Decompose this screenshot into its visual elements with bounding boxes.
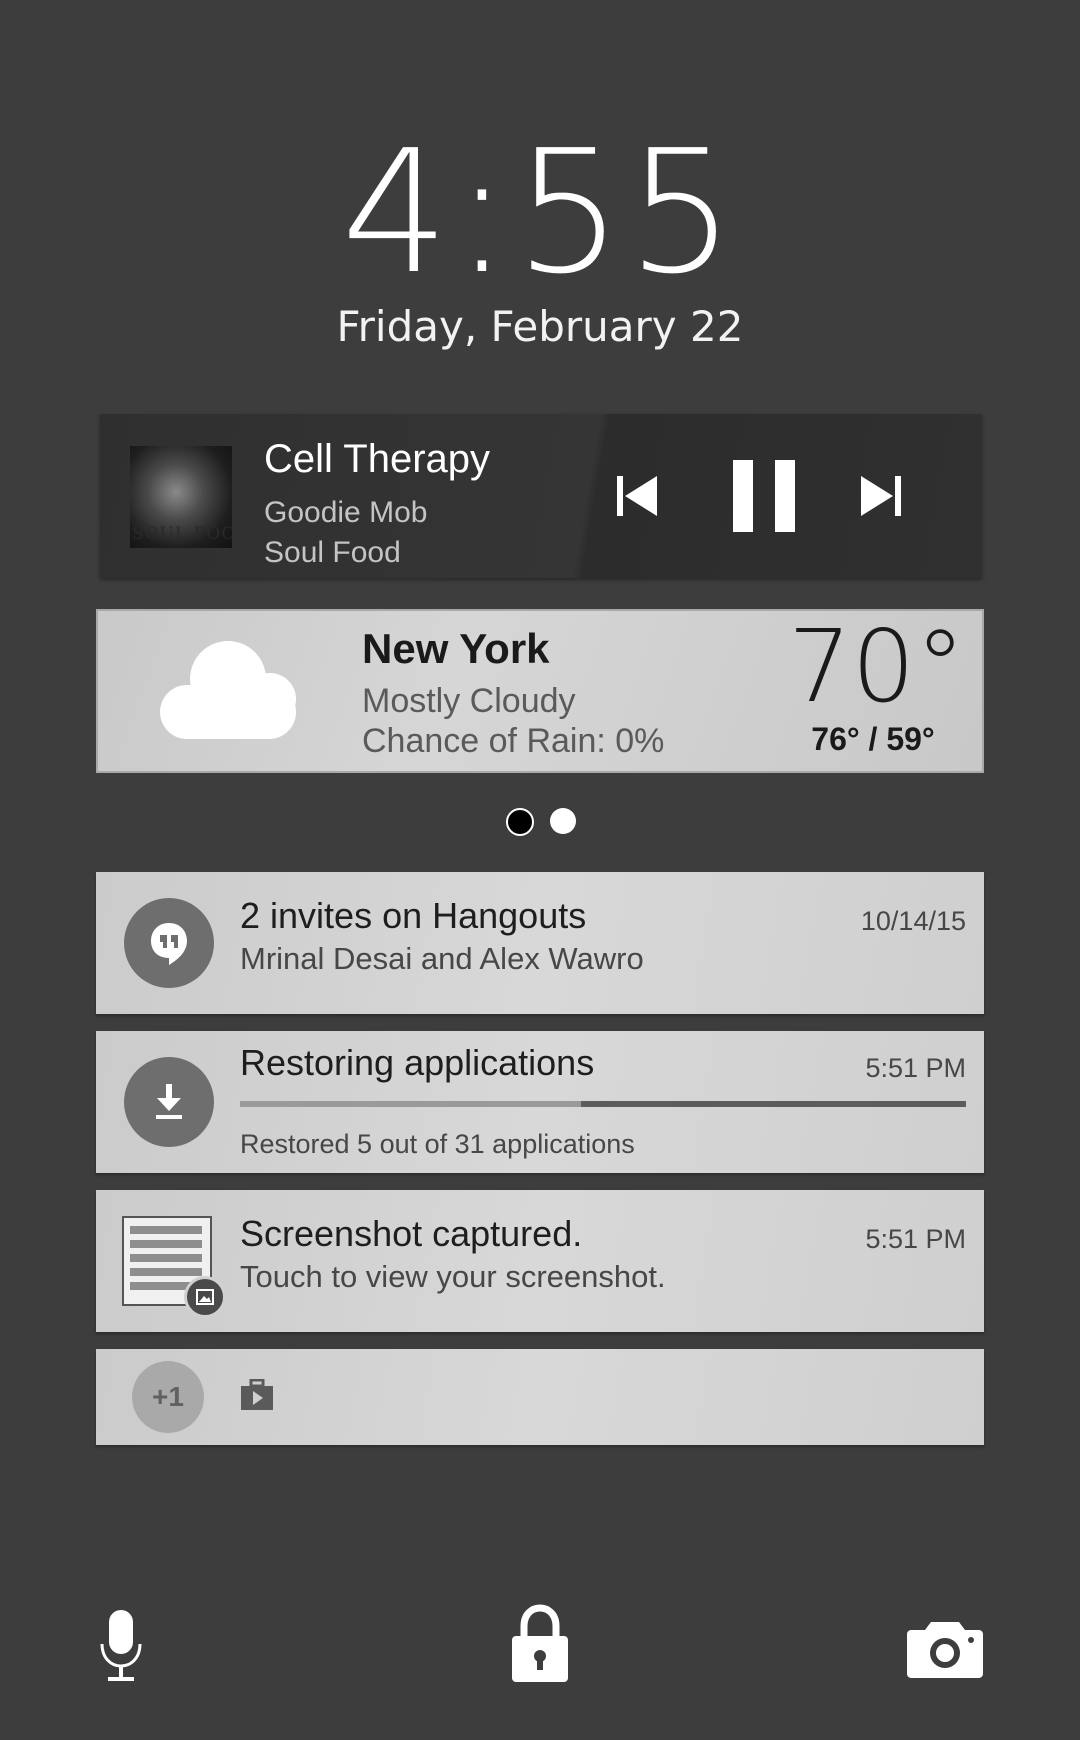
briefcase-icon [241, 1379, 273, 1410]
download-icon-circle [124, 1057, 214, 1147]
voice-assist-button[interactable] [92, 1608, 150, 1684]
pause-icon [733, 460, 795, 532]
microphone-icon [100, 1610, 142, 1681]
pause-button[interactable] [716, 448, 812, 544]
notification-title: Screenshot captured. [240, 1213, 583, 1254]
weather-high-low: 76° / 59° [811, 721, 935, 757]
camera-icon [907, 1622, 983, 1678]
weather-temperature: 70° [788, 608, 966, 725]
notification-time: 5:51 PM [865, 1053, 966, 1083]
album-name: Soul Food [264, 536, 401, 569]
overflow-count-badge: +1 [132, 1361, 204, 1433]
skip-previous-button[interactable] [600, 448, 674, 544]
weather-widget[interactable]: New York Mostly Cloudy Chance of Rain: 0… [96, 609, 984, 773]
restore-progress-bar [240, 1101, 966, 1107]
cloud-icon [160, 641, 296, 739]
album-art: SOUL FOOD [130, 446, 232, 548]
skip-next-button[interactable] [844, 448, 918, 544]
notification-subtitle: Touch to view your screenshot. [240, 1259, 666, 1294]
weather-condition: Mostly Cloudy [362, 682, 576, 720]
lock-icon [512, 1604, 568, 1682]
clock-time: 4:55 [341, 114, 739, 312]
clock-date: Friday, February 22 [336, 302, 744, 351]
notification-restoring[interactable]: Restoring applications 5:51 PM Restored … [96, 1031, 984, 1173]
weather-city: New York [362, 625, 550, 672]
artist-name: Goodie Mob [264, 496, 428, 529]
song-title: Cell Therapy [264, 437, 491, 481]
hangouts-icon-circle [124, 898, 214, 988]
page-dot[interactable] [550, 808, 576, 834]
skip-next-icon [861, 476, 901, 516]
notification-time: 10/14/15 [860, 906, 966, 936]
album-art-text: SOUL FOOD [132, 524, 232, 544]
notification-overflow[interactable]: +1 [96, 1349, 984, 1445]
notification-title: 2 invites on Hangouts [240, 895, 587, 936]
weather-rain-chance: Chance of Rain: 0% [362, 722, 665, 760]
notification-title: Restoring applications [240, 1042, 595, 1083]
notification-subtitle: Restored 5 out of 31 applications [240, 1129, 635, 1159]
hangouts-icon [151, 923, 187, 965]
page-dot-active[interactable] [506, 808, 534, 836]
camera-button[interactable] [906, 1614, 984, 1682]
restore-progress-fill [581, 1101, 966, 1107]
download-icon [156, 1084, 182, 1119]
page-indicator [0, 808, 1080, 836]
notification-subtitle: Mrinal Desai and Alex Wawro [240, 941, 644, 976]
notification-hangouts[interactable]: 2 invites on Hangouts Mrinal Desai and A… [96, 872, 984, 1014]
notification-screenshot[interactable]: Screenshot captured. Touch to view your … [96, 1190, 984, 1332]
skip-previous-icon [617, 476, 657, 516]
notification-time: 5:51 PM [865, 1224, 966, 1254]
music-widget[interactable]: SOUL FOOD Cell Therapy Goodie Mob Soul F… [100, 414, 982, 578]
unlock-button[interactable] [508, 1604, 572, 1684]
image-badge-icon [184, 1276, 226, 1318]
